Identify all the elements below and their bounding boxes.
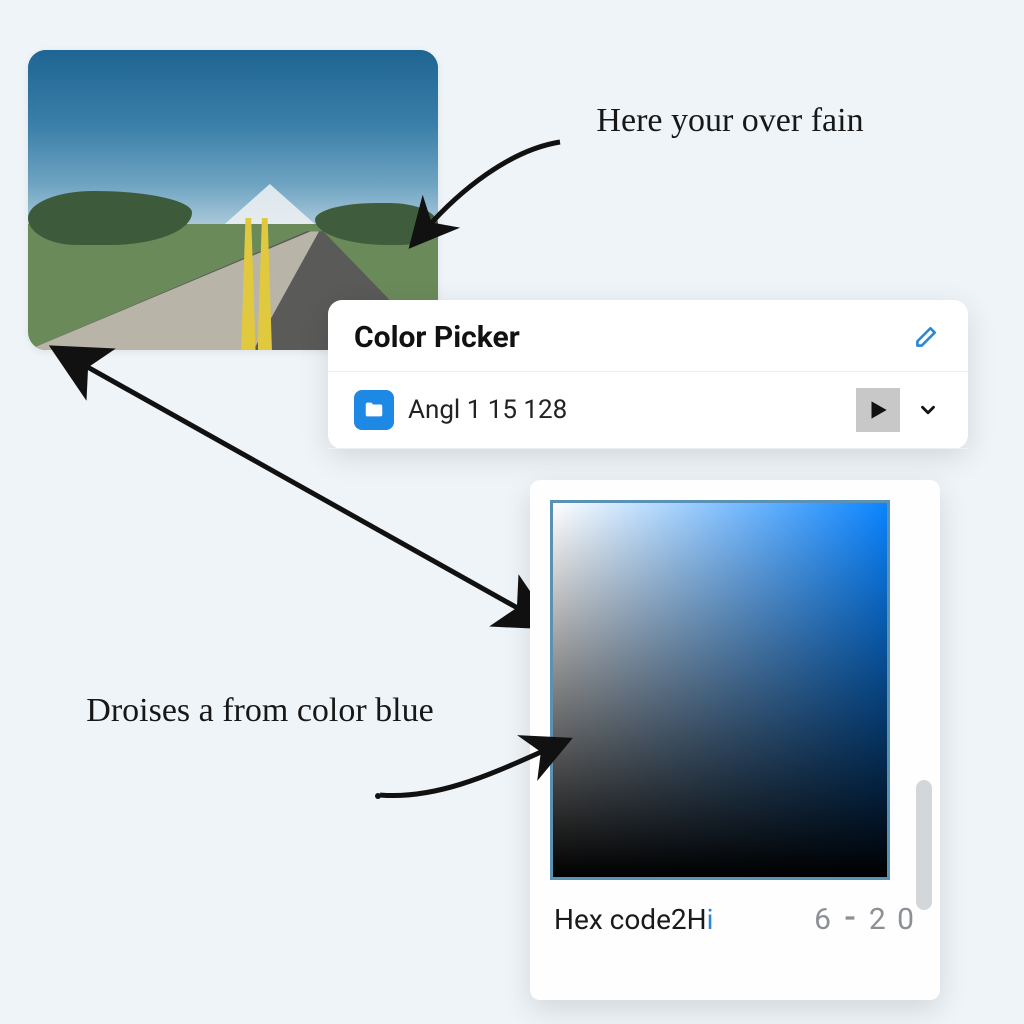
annotation-top: Here your over fain [540, 100, 920, 143]
annotation-left: Droises a from color blue [80, 690, 440, 733]
scroll-handle[interactable] [916, 780, 932, 910]
folder-icon [363, 399, 385, 421]
saturation-value-picker[interactable] [550, 500, 890, 880]
color-gradient-panel: Hex code2Hi 6 ⁃ 2 0 [530, 480, 940, 1000]
play-icon [865, 397, 891, 423]
play-button[interactable] [856, 388, 900, 432]
color-picker-panel: Color Picker Angl 1 15 128 [328, 300, 968, 449]
pencil-icon [912, 325, 938, 351]
hex-value[interactable]: 6 ⁃ 2 0 [814, 902, 916, 937]
folder-badge [354, 390, 394, 430]
color-source-row[interactable]: Angl 1 15 128 [328, 372, 968, 449]
panel-title: Color Picker [354, 320, 520, 355]
expand-button[interactable] [914, 396, 942, 424]
row-label: Angl 1 15 128 [408, 395, 842, 425]
chevron-down-icon [917, 399, 939, 421]
hex-label: Hex code2Hi [554, 903, 713, 936]
edit-button[interactable] [908, 321, 942, 355]
